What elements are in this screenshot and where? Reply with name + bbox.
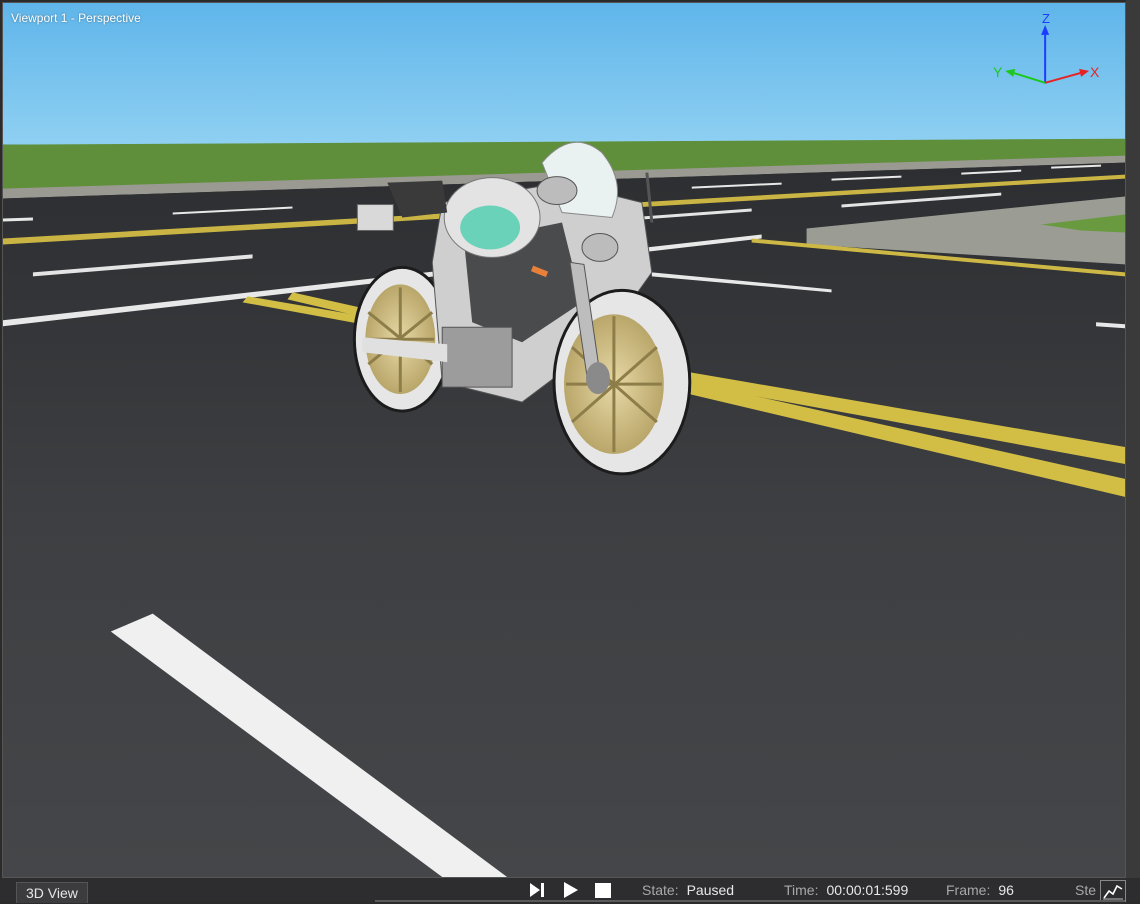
state-label: State:: [642, 882, 679, 898]
time-value: 00:00:01:599: [826, 882, 909, 898]
frame-label: Frame:: [946, 882, 991, 898]
state-status: State: Paused: [642, 882, 734, 898]
sky: [3, 3, 1125, 145]
graph-icon: [1103, 884, 1123, 900]
frame-status: Frame: 96: [946, 882, 1014, 898]
3d-viewport[interactable]: Viewport 1 - Perspective Z Y X: [2, 2, 1126, 878]
step-status: Ste: [1075, 882, 1097, 898]
graph-button[interactable]: [1100, 880, 1126, 902]
play-icon[interactable]: [561, 881, 579, 899]
stop-icon[interactable]: [594, 881, 612, 899]
right-panel-edge: [1126, 0, 1140, 880]
step-label: Ste: [1075, 882, 1097, 898]
status-bar: 3D View State: Paused Time: 00:00:01:599 F…: [0, 878, 1140, 903]
axis-z-label: Z: [1042, 11, 1050, 26]
tab-3d-view[interactable]: 3D View: [16, 882, 88, 903]
step-forward-icon[interactable]: [528, 881, 546, 899]
viewport-label: Viewport 1 - Perspective: [11, 11, 141, 25]
time-status: Time: 00:00:01:599: [784, 882, 908, 898]
scene-render: [3, 3, 1125, 877]
time-label: Time:: [784, 882, 819, 898]
state-value: Paused: [686, 882, 735, 898]
axis-y-label: Y: [993, 64, 1003, 80]
frame-value: 96: [998, 882, 1014, 898]
axis-x-label: X: [1090, 64, 1100, 80]
